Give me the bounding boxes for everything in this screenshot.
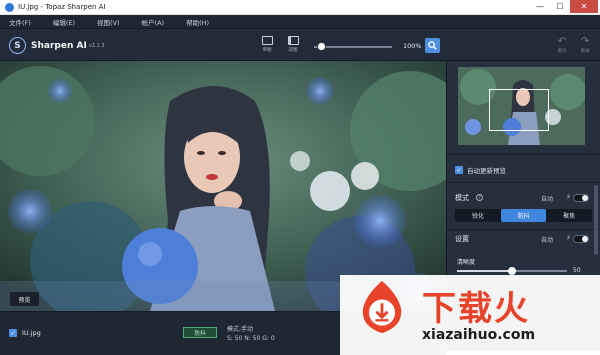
mode-auto-label: 自动 bbox=[541, 196, 554, 203]
panel-scrollbar[interactable] bbox=[594, 185, 598, 255]
panel-divider bbox=[447, 229, 600, 230]
mode-auto-toggle[interactable] bbox=[573, 194, 589, 202]
photo-preview bbox=[0, 61, 446, 311]
auto-update-label: 自动更新预览 bbox=[467, 167, 506, 175]
app-icon bbox=[5, 2, 14, 12]
settings-auto-toggle[interactable] bbox=[573, 235, 589, 243]
image-icon bbox=[261, 36, 273, 45]
watermark-title: 下载火 bbox=[422, 289, 530, 329]
navigator-viewport-box[interactable] bbox=[489, 89, 549, 131]
watermark-url: xiazaihuo.com bbox=[422, 327, 536, 343]
magnifier-icon bbox=[428, 41, 437, 50]
settings-title: 设置 bbox=[455, 235, 469, 243]
menu-bar: 文件(F) 编辑(E) 视图(V) 帐户(A) 帮助(H) bbox=[0, 15, 600, 29]
clarity-slider-handle[interactable] bbox=[508, 267, 516, 275]
clarity-value: 50 bbox=[573, 267, 581, 274]
undo-label: 撤消 bbox=[557, 49, 567, 54]
maximize-button[interactable]: ☐ bbox=[550, 0, 570, 13]
menu-help[interactable]: 帮助(H) bbox=[186, 17, 209, 27]
mode-title: 模式 bbox=[455, 194, 469, 202]
app-version: v2.1.3 bbox=[88, 42, 105, 49]
window-controls: — ☐ ✕ bbox=[530, 0, 598, 13]
single-view-label: 单图 bbox=[262, 48, 272, 53]
compare-view-button[interactable]: 双图 bbox=[285, 36, 301, 53]
clarity-label: 清晰度 bbox=[457, 259, 476, 266]
clarity-slider-fill bbox=[457, 270, 512, 272]
panel-divider bbox=[447, 182, 600, 183]
zoom-value: 100% bbox=[403, 42, 422, 50]
panel-divider bbox=[447, 154, 600, 155]
redo-label: 重做 bbox=[580, 49, 590, 54]
app-name: Sharpen AI bbox=[31, 40, 87, 51]
flame-logo-icon bbox=[362, 280, 402, 334]
window-titlebar: IU.jpg - Topaz Sharpen AI — ☐ ✕ bbox=[0, 0, 600, 15]
zoom-button[interactable] bbox=[425, 38, 440, 53]
undo-button[interactable]: ↶ 撤消 bbox=[554, 36, 570, 55]
navigator-thumbnail[interactable] bbox=[458, 67, 585, 145]
single-view-button[interactable]: 单图 bbox=[259, 36, 275, 53]
compare-view-label: 双图 bbox=[288, 48, 298, 53]
sharpen-logo-icon: S bbox=[9, 37, 26, 54]
auto-update-checkbox[interactable]: ✓ bbox=[455, 166, 463, 174]
split-view-icon bbox=[287, 36, 299, 45]
mode-option-sharpen[interactable]: 锐化 bbox=[455, 209, 501, 222]
mode-option-focus[interactable]: 聚焦 bbox=[546, 209, 592, 222]
mode-option-stabilize[interactable]: 防抖 bbox=[500, 209, 547, 222]
undo-icon: ↶ bbox=[557, 36, 567, 47]
preview-button[interactable]: 预览 bbox=[10, 292, 39, 306]
redo-button[interactable]: ↷ 重做 bbox=[577, 36, 593, 55]
file-checkbox[interactable]: ✓ bbox=[9, 329, 17, 337]
watermark: 下载火 xiazaihuo.com bbox=[340, 275, 600, 355]
file-name: IU.jpg bbox=[22, 329, 41, 337]
image-canvas[interactable] bbox=[0, 61, 446, 311]
redo-icon: ↷ bbox=[580, 36, 590, 47]
minimize-button[interactable]: — bbox=[530, 0, 550, 13]
mode-segmented-control: 锐化 防抖 聚焦 bbox=[455, 209, 592, 222]
window-title: IU.jpg - Topaz Sharpen AI bbox=[18, 3, 106, 11]
mode-status-text: 模式:手动 bbox=[227, 326, 254, 333]
lightning-icon: ⚡ bbox=[566, 234, 571, 242]
menu-edit[interactable]: 编辑(E) bbox=[53, 17, 75, 27]
lightning-icon: ⚡ bbox=[566, 193, 571, 201]
menu-view[interactable]: 视图(V) bbox=[97, 17, 120, 27]
auto-update-preview-row[interactable]: ✓ 自动更新预览 bbox=[455, 165, 506, 175]
help-icon[interactable]: ? bbox=[476, 194, 483, 201]
mode-badge: 防抖 bbox=[183, 327, 217, 338]
brand: S Sharpen AI v2.1.3 bbox=[9, 37, 105, 54]
zoom-slider-handle[interactable] bbox=[317, 42, 326, 51]
toolbar: S Sharpen AI v2.1.3 单图 双图 100% ↶ 撤消 ↷ 重做 bbox=[0, 29, 600, 61]
settings-auto-label: 自动 bbox=[541, 237, 554, 244]
mode-status-values: S: 50 N: 50 G: 0 bbox=[227, 335, 275, 342]
menu-file[interactable]: 文件(F) bbox=[9, 17, 31, 27]
menu-account[interactable]: 帐户(A) bbox=[142, 17, 165, 27]
close-button[interactable]: ✕ bbox=[570, 0, 598, 13]
